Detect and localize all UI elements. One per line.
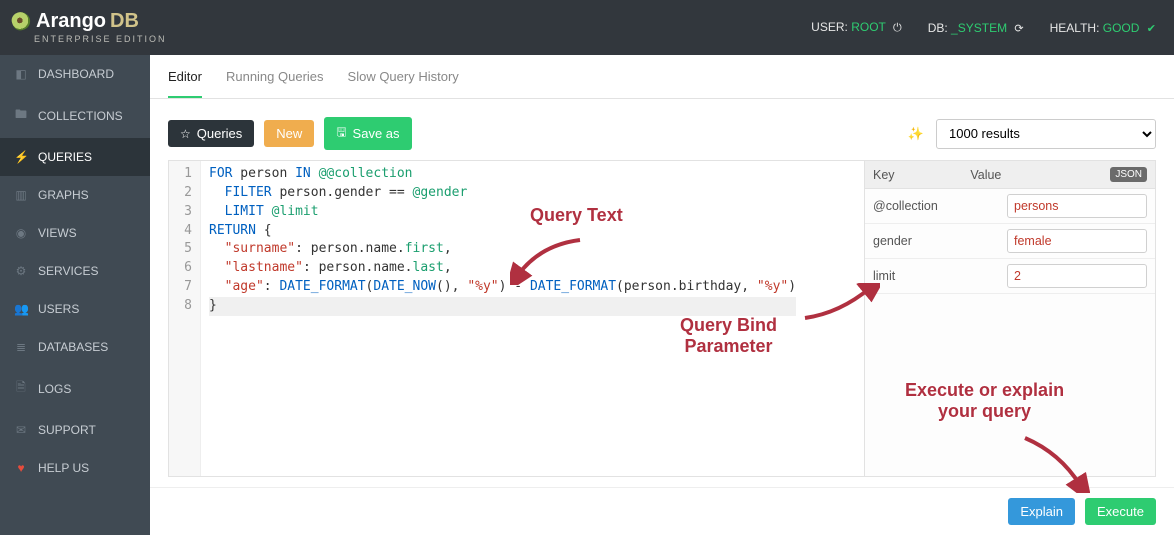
topbar-status: USER: ROOT ⏻ DB: _SYSTEM ⟳ HEALTH: GOOD … (811, 20, 1156, 35)
brand-subtitle: ENTERPRISE EDITION (12, 35, 167, 44)
sidebar-item-queries[interactable]: ⚡ QUERIES (0, 138, 150, 176)
nav-label: USERS (38, 302, 79, 316)
results-limit-select[interactable]: 1000 results (936, 119, 1156, 149)
nav-label: COLLECTIONS (38, 109, 123, 123)
tab-slow-history[interactable]: Slow Query History (348, 69, 459, 98)
brand[interactable]: ArangoDB ENTERPRISE EDITION (12, 11, 167, 44)
bind-params-panel: Key Value JSON @collection gender limit (865, 161, 1155, 476)
check-circle-icon: ✔ (1147, 23, 1156, 35)
param-key: limit (873, 269, 1007, 283)
nav-icon: ◧ (14, 67, 28, 81)
nav-label: HELP US (38, 461, 89, 475)
nav-label: DASHBOARD (38, 67, 114, 81)
nav-label: DATABASES (38, 340, 108, 354)
health-label: HEALTH: (1050, 21, 1100, 35)
topbar: ArangoDB ENTERPRISE EDITION USER: ROOT ⏻… (0, 0, 1174, 55)
nav-icon: 🗎 (14, 378, 28, 399)
db-label: DB: (928, 21, 948, 35)
user-value: ROOT (851, 20, 885, 34)
code-editor[interactable]: 12345678 FOR person IN @@collection FILT… (169, 161, 865, 476)
db-value: _SYSTEM (951, 21, 1007, 35)
sidebar-item-collections[interactable]: 🖿 COLLECTIONS (0, 93, 150, 138)
sidebar-item-views[interactable]: ◉ VIEWS (0, 214, 150, 252)
line-gutter: 12345678 (169, 161, 201, 476)
nav-icon: 🖿 (14, 105, 28, 126)
nav-label: SERVICES (38, 264, 98, 278)
param-key: @collection (873, 199, 1007, 213)
sidebar-item-support[interactable]: ✉ SUPPORT (0, 411, 150, 449)
query-tabs: Editor Running Queries Slow Query Histor… (150, 55, 1174, 99)
nav-icon: ◉ (14, 226, 28, 240)
sidebar-item-logs[interactable]: 🗎 LOGS (0, 366, 150, 411)
param-value-input[interactable] (1007, 229, 1147, 253)
sidebar-item-databases[interactable]: ≣ DATABASES (0, 328, 150, 366)
refresh-icon[interactable]: ⟳ (1014, 23, 1023, 35)
params-key-header: Key (873, 168, 970, 182)
db-block[interactable]: DB: _SYSTEM ⟳ (928, 21, 1024, 35)
nav-icon: ⚡ (14, 150, 28, 164)
nav-label: VIEWS (38, 226, 77, 240)
main-panel: Editor Running Queries Slow Query Histor… (150, 55, 1174, 535)
nav-icon: ⚙ (14, 264, 28, 278)
sidebar-item-helpus[interactable]: ♥ HELP US (0, 449, 150, 487)
nav-label: SUPPORT (38, 423, 96, 437)
save-as-button[interactable]: Save as (324, 117, 411, 150)
sidebar-item-services[interactable]: ⚙ SERVICES (0, 252, 150, 290)
sidebar-item-dashboard[interactable]: ◧ DASHBOARD (0, 55, 150, 93)
nav-icon: ♥ (14, 461, 28, 475)
explain-button[interactable]: Explain (1008, 498, 1075, 525)
brand-word-1: Arango (36, 11, 106, 31)
param-key: gender (873, 234, 1007, 248)
param-row: limit (865, 259, 1155, 294)
new-button[interactable]: New (264, 120, 314, 147)
param-row: @collection (865, 189, 1155, 224)
nav-label: QUERIES (38, 150, 92, 164)
brand-word-2: DB (110, 11, 139, 31)
avocado-icon (9, 9, 32, 32)
nav-icon: ≣ (14, 340, 28, 354)
health-value: GOOD (1103, 21, 1140, 35)
editor-toolbar: Queries New Save as ✨ 1000 results (168, 117, 1156, 150)
sidebar-item-graphs[interactable]: ▥ GRAPHS (0, 176, 150, 214)
nav-label: LOGS (38, 382, 71, 396)
tab-running-queries[interactable]: Running Queries (226, 69, 324, 98)
json-toggle-button[interactable]: JSON (1110, 167, 1147, 182)
param-value-input[interactable] (1007, 194, 1147, 218)
tab-editor[interactable]: Editor (168, 69, 202, 98)
nav-icon: ✉ (14, 423, 28, 437)
param-row: gender (865, 224, 1155, 259)
params-value-header: Value (970, 168, 1110, 182)
nav-label: GRAPHS (38, 188, 89, 202)
sidebar: ◧ DASHBOARD 🖿 COLLECTIONS ⚡ QUERIES ▥ GRAPHS ◉ VI… (0, 55, 150, 535)
power-icon[interactable]: ⏻ (893, 22, 902, 34)
health-block: HEALTH: GOOD ✔ (1050, 21, 1156, 35)
execute-button[interactable]: Execute (1085, 498, 1156, 525)
param-value-input[interactable] (1007, 264, 1147, 288)
sidebar-item-users[interactable]: 👥 USERS (0, 290, 150, 328)
nav-icon: ▥ (14, 188, 28, 202)
code-area[interactable]: FOR person IN @@collection FILTER person… (201, 161, 804, 476)
params-header: Key Value JSON (865, 161, 1155, 189)
nav-icon: 👥 (14, 302, 28, 316)
magic-wand-icon[interactable]: ✨ (908, 126, 924, 142)
user-block[interactable]: USER: ROOT ⏻ (811, 20, 902, 35)
queries-button[interactable]: Queries (168, 120, 254, 147)
user-label: USER: (811, 20, 848, 34)
editor-footer: Explain Execute (150, 487, 1174, 535)
